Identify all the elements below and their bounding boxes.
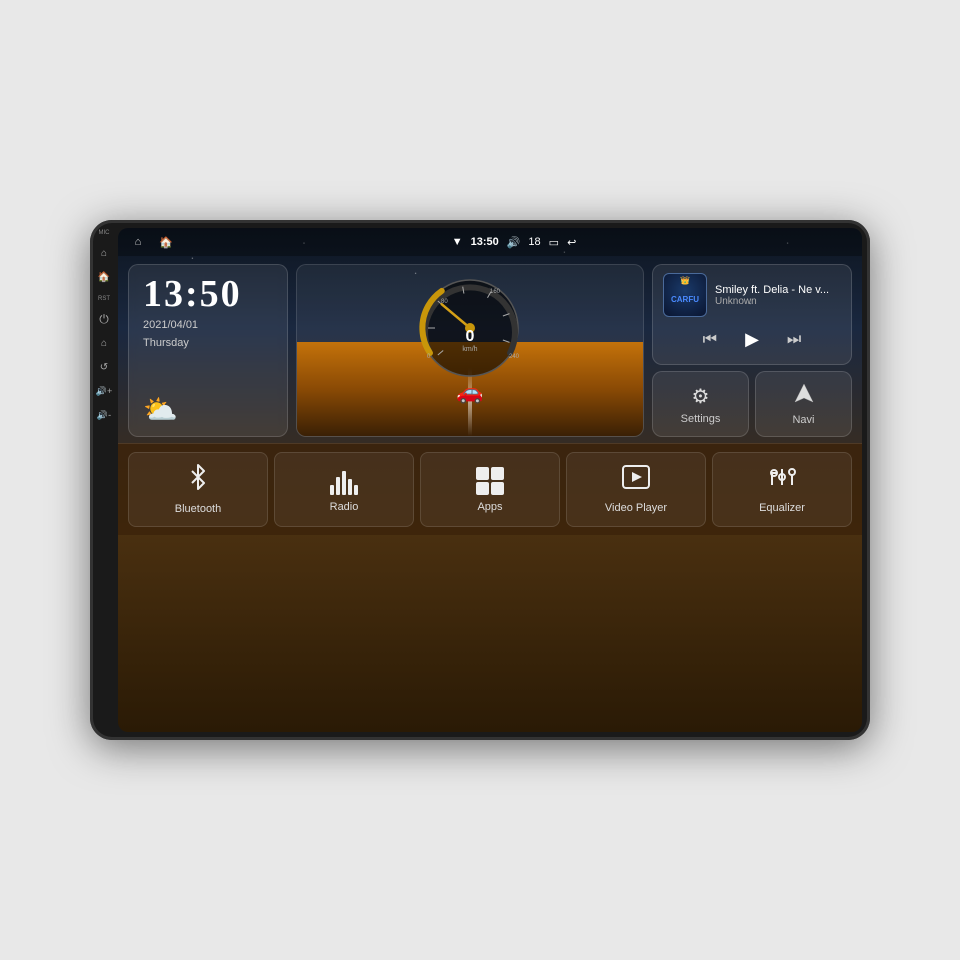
- music-top: 👑 CARFU Smiley ft. Delia - Ne v... Unkno…: [663, 273, 841, 317]
- bluetooth-label: Bluetooth: [175, 503, 221, 515]
- weather-icon: ⛅: [143, 393, 273, 426]
- right-column: 👑 CARFU Smiley ft. Delia - Ne v... Unkno…: [652, 264, 852, 437]
- status-bar-left: ⌂ 🏠: [128, 232, 176, 252]
- speedometer-gauge: 0 km/h 0 240 80 160: [415, 273, 525, 383]
- car-head-unit: MIC ⌂ 🏠 RST ⏻ ⌂ ↺ 🔊+ 🔊- ⌂ 🏠 ▼ 13:50 🔊 1: [90, 220, 870, 740]
- back-status-icon: ↩: [567, 236, 576, 249]
- next-button[interactable]: ⏭: [783, 329, 805, 351]
- radio-icon: [330, 467, 358, 495]
- speedometer-widget: 🚗: [296, 264, 644, 437]
- video-player-label: Video Player: [605, 502, 667, 514]
- volume-status-icon: 🔊: [507, 236, 521, 249]
- apps-label: Apps: [477, 501, 502, 513]
- status-bar: ⌂ 🏠 ▼ 13:50 🔊 18 ▭ ↩: [118, 228, 862, 256]
- svg-text:km/h: km/h: [462, 346, 477, 353]
- navi-button[interactable]: Navi: [755, 371, 852, 437]
- gauge-svg: 0 km/h 0 240 80 160: [415, 273, 525, 383]
- radio-label: Radio: [330, 501, 359, 513]
- android-side-button[interactable]: 🏠: [95, 268, 113, 286]
- clock-date: 2021/04/01: [143, 319, 273, 331]
- apps-icon: [476, 467, 504, 495]
- bluetooth-icon: [185, 464, 211, 497]
- power-side-button[interactable]: ⏻: [95, 310, 113, 328]
- album-logo: CARFU: [671, 295, 699, 304]
- main-content: 13:50 2021/04/01 Thursday ⛅ 🚗: [118, 256, 862, 535]
- bottom-bar: Bluetooth Rad: [118, 443, 862, 535]
- widgets-row: 13:50 2021/04/01 Thursday ⛅ 🚗: [118, 256, 862, 443]
- settings-label: Settings: [681, 413, 721, 425]
- music-widget: 👑 CARFU Smiley ft. Delia - Ne v... Unkno…: [652, 264, 852, 365]
- svg-text:80: 80: [441, 299, 448, 305]
- video-player-icon: [622, 465, 650, 496]
- music-controls: ⏮ ▶ ⏭: [663, 323, 841, 356]
- play-button[interactable]: ▶: [741, 327, 763, 352]
- back-side-button[interactable]: ↺: [95, 358, 113, 376]
- clock-day: Thursday: [143, 337, 273, 349]
- apps-button[interactable]: Apps: [420, 452, 560, 527]
- vol-up-side-button[interactable]: 🔊+: [95, 382, 113, 400]
- status-bar-center: ▼ 13:50 🔊 18 ▭ ↩: [452, 236, 577, 249]
- video-player-button[interactable]: Video Player: [566, 452, 706, 527]
- mic-label: MIC: [99, 230, 110, 236]
- svg-text:160: 160: [490, 289, 501, 295]
- main-screen: ⌂ 🏠 ▼ 13:50 🔊 18 ▭ ↩: [118, 228, 862, 732]
- vol-down-side-button[interactable]: 🔊-: [95, 406, 113, 424]
- music-title: Smiley ft. Delia - Ne v...: [715, 284, 841, 296]
- music-artist: Unknown: [715, 296, 841, 307]
- status-time: 13:50: [471, 236, 499, 248]
- svg-text:240: 240: [509, 354, 520, 360]
- side-controls: MIC ⌂ 🏠 RST ⏻ ⌂ ↺ 🔊+ 🔊-: [90, 220, 118, 740]
- settings-icon: ⚙: [692, 384, 710, 409]
- car-icon: 🚗: [456, 379, 483, 405]
- home2-side-button[interactable]: ⌂: [95, 334, 113, 352]
- navi-icon: [793, 382, 815, 410]
- window-status-icon: ▭: [549, 236, 559, 249]
- rst-label: RST: [98, 296, 110, 302]
- equalizer-icon: [768, 465, 796, 496]
- radio-button[interactable]: Radio: [274, 452, 414, 527]
- home-status-icon[interactable]: ⌂: [128, 232, 148, 252]
- album-crown: 👑: [680, 276, 690, 285]
- wifi-status-icon: ▼: [452, 236, 463, 248]
- music-info: Smiley ft. Delia - Ne v... Unknown: [715, 284, 841, 307]
- settings-navi-row: ⚙ Settings Navi: [652, 371, 852, 437]
- svg-text:0: 0: [466, 328, 475, 345]
- volume-level: 18: [528, 236, 540, 248]
- screen-wrapper: ⌂ 🏠 ▼ 13:50 🔊 18 ▭ ↩: [118, 228, 862, 732]
- equalizer-button[interactable]: Equalizer: [712, 452, 852, 527]
- settings-button[interactable]: ⚙ Settings: [652, 371, 749, 437]
- home-side-button[interactable]: ⌂: [95, 244, 113, 262]
- clock-widget: 13:50 2021/04/01 Thursday ⛅: [128, 264, 288, 437]
- navi-label: Navi: [792, 414, 814, 426]
- clock-time: 13:50: [143, 275, 273, 313]
- bluetooth-button[interactable]: Bluetooth: [128, 452, 268, 527]
- equalizer-label: Equalizer: [759, 502, 805, 514]
- android-status-icon[interactable]: 🏠: [156, 232, 176, 252]
- prev-button[interactable]: ⏮: [699, 329, 721, 351]
- album-art: 👑 CARFU: [663, 273, 707, 317]
